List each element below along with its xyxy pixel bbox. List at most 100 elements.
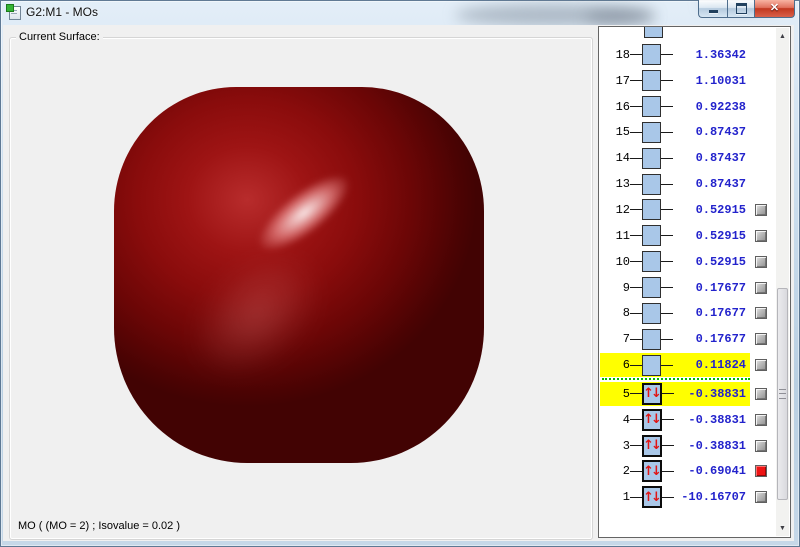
mo-visibility-checkbox[interactable] [755, 203, 767, 216]
mo-isosurface[interactable] [114, 87, 484, 463]
mo-visibility-checkbox[interactable] [755, 281, 767, 294]
mo-row-main[interactable]: 2 ↑↓ -0.69041 [600, 459, 750, 483]
mo-row-main[interactable]: 5 ↑↓ -0.38831 [600, 381, 750, 406]
mo-row-main[interactable]: 16 0.92238 [600, 95, 750, 119]
mo-visibility-checkbox[interactable] [755, 465, 767, 478]
mo-row-main[interactable]: 1 ↑↓ -10.16707 [600, 485, 750, 509]
mo-visibility-checkbox[interactable] [755, 387, 767, 400]
scroll-up-button[interactable]: ▲ [776, 28, 789, 44]
level-line [630, 393, 642, 395]
mo-row-5[interactable]: 5 ↑↓ -0.38831 [600, 381, 776, 407]
mo-visibility-checkbox[interactable] [755, 229, 767, 242]
level-line [630, 470, 642, 472]
mo-row-main[interactable]: 11 0.52915 [600, 224, 750, 248]
mo-row-1[interactable]: 1 ↑↓ -10.16707 [600, 484, 776, 510]
scroll-down-button[interactable]: ▼ [776, 520, 789, 536]
mo-visibility-checkbox[interactable] [755, 359, 767, 372]
level-line [662, 496, 674, 498]
mo-level-box-occupied[interactable]: ↑↓ [642, 486, 662, 509]
mo-row-3[interactable]: 3 ↑↓ -0.38831 [600, 433, 776, 459]
mo-row-main[interactable]: 14 0.87437 [600, 146, 750, 170]
level-line [630, 80, 642, 82]
mo-number: 2 [622, 464, 630, 479]
mo-row-8[interactable]: 8 0.17677 [600, 300, 776, 326]
spin-up-down-icon: ↑↓ [643, 463, 660, 479]
mo-row-17[interactable]: 17 1.10031 [600, 68, 776, 94]
mo-row-11[interactable]: 11 0.52915 [600, 223, 776, 249]
mo-visibility-checkbox[interactable] [755, 333, 767, 346]
mo-row-12[interactable]: 12 0.52915 [600, 197, 776, 223]
mo-row-6[interactable]: 6 0.11824 [600, 352, 776, 378]
level-line [661, 364, 673, 366]
render-viewport[interactable] [19, 51, 585, 516]
mo-energy-value: 0.11824 [695, 358, 746, 373]
mo-row-9[interactable]: 9 0.17677 [600, 275, 776, 301]
mo-visibility-checkbox[interactable] [755, 255, 767, 268]
mo-row-main[interactable]: 6 0.11824 [600, 353, 750, 378]
mo-row-18[interactable]: 18 1.36342 [600, 42, 776, 68]
mo-level-box-virtual[interactable] [642, 225, 661, 247]
mo-energy-value: 0.52915 [695, 228, 746, 243]
mo-row-main[interactable]: 7 0.17677 [600, 327, 750, 351]
mo-level-box-virtual[interactable] [642, 328, 661, 350]
mo-level-box-occupied[interactable]: ↑↓ [642, 408, 662, 431]
mo-level-box-virtual[interactable] [642, 251, 661, 273]
mo-level-box-occupied[interactable]: ↑↓ [642, 460, 662, 483]
mo-row-7[interactable]: 7 0.17677 [600, 326, 776, 352]
close-icon: ✕ [769, 2, 780, 14]
mo-energy-value: 0.92238 [695, 99, 746, 114]
mo-row-14[interactable]: 14 0.87437 [600, 145, 776, 171]
mo-row-10[interactable]: 10 0.52915 [600, 249, 776, 275]
mo-row-main[interactable]: 12 0.52915 [600, 198, 750, 222]
mo-row-main[interactable]: 17 1.10031 [600, 69, 750, 93]
mo-visibility-checkbox[interactable] [755, 439, 767, 452]
mo-row-main[interactable]: 9 0.17677 [600, 276, 750, 300]
mo-number: 7 [622, 332, 630, 347]
green-status-dot-icon [6, 4, 14, 12]
mo-level-box-virtual[interactable] [642, 44, 661, 66]
mo-level-box-virtual[interactable] [642, 199, 661, 221]
mo-level-box-occupied[interactable]: ↑↓ [642, 382, 662, 405]
spin-up-down-icon: ↑↓ [643, 386, 660, 402]
mo-row-main[interactable]: 4 ↑↓ -0.38831 [600, 408, 750, 432]
mo-level-box-virtual[interactable] [642, 147, 661, 169]
mo-level-box-virtual[interactable] [642, 277, 661, 299]
mo-row-main[interactable]: 15 0.87437 [600, 120, 750, 144]
level-line [630, 419, 642, 421]
mo-number: 6 [622, 358, 630, 373]
maximize-button[interactable] [727, 0, 755, 18]
mo-visibility-checkbox[interactable] [755, 413, 767, 426]
mo-energy-value: -0.69041 [688, 464, 746, 479]
level-line [661, 183, 673, 185]
mo-row-15[interactable]: 15 0.87437 [600, 120, 776, 146]
scrollbar-thumb[interactable] [777, 288, 788, 500]
current-surface-groupbox: Current Surface: MO ( (MO = 2) ; Isovalu… [9, 31, 593, 540]
mo-row-main[interactable]: 8 0.17677 [600, 301, 750, 325]
level-line [630, 131, 642, 133]
minimize-button[interactable] [698, 0, 727, 18]
level-line [661, 106, 673, 108]
mo-level-box-virtual[interactable] [642, 173, 661, 195]
mo-row-4[interactable]: 4 ↑↓ -0.38831 [600, 407, 776, 433]
mo-level-box-virtual[interactable] [642, 121, 661, 143]
mo-visibility-checkbox[interactable] [755, 491, 767, 504]
mo-level-box-occupied[interactable]: ↑↓ [642, 434, 662, 457]
mo-window: G2:M1 - MOs ✕ Current Surface: MO ( (MO … [0, 0, 800, 547]
mo-level-box-virtual[interactable] [642, 70, 661, 92]
mo-number: 5 [622, 386, 630, 401]
titlebar[interactable]: G2:M1 - MOs ✕ [0, 0, 800, 25]
mo-row-main[interactable]: 10 0.52915 [600, 250, 750, 274]
mo-row-13[interactable]: 13 0.87437 [600, 171, 776, 197]
mo-level-box-virtual[interactable] [642, 96, 661, 118]
level-line [661, 287, 673, 289]
mo-level-box-virtual[interactable] [642, 354, 661, 376]
mo-row-2[interactable]: 2 ↑↓ -0.69041 [600, 459, 776, 485]
mo-row-main[interactable]: 18 1.36342 [600, 43, 750, 67]
scrollbar[interactable]: ▲ ▼ [776, 28, 789, 536]
mo-row-main[interactable]: 3 ↑↓ -0.38831 [600, 434, 750, 458]
mo-visibility-checkbox[interactable] [755, 307, 767, 320]
mo-row-16[interactable]: 16 0.92238 [600, 94, 776, 120]
mo-level-box-virtual[interactable] [642, 302, 661, 324]
mo-row-main[interactable]: 13 0.87437 [600, 172, 750, 196]
close-button[interactable]: ✕ [755, 0, 795, 18]
